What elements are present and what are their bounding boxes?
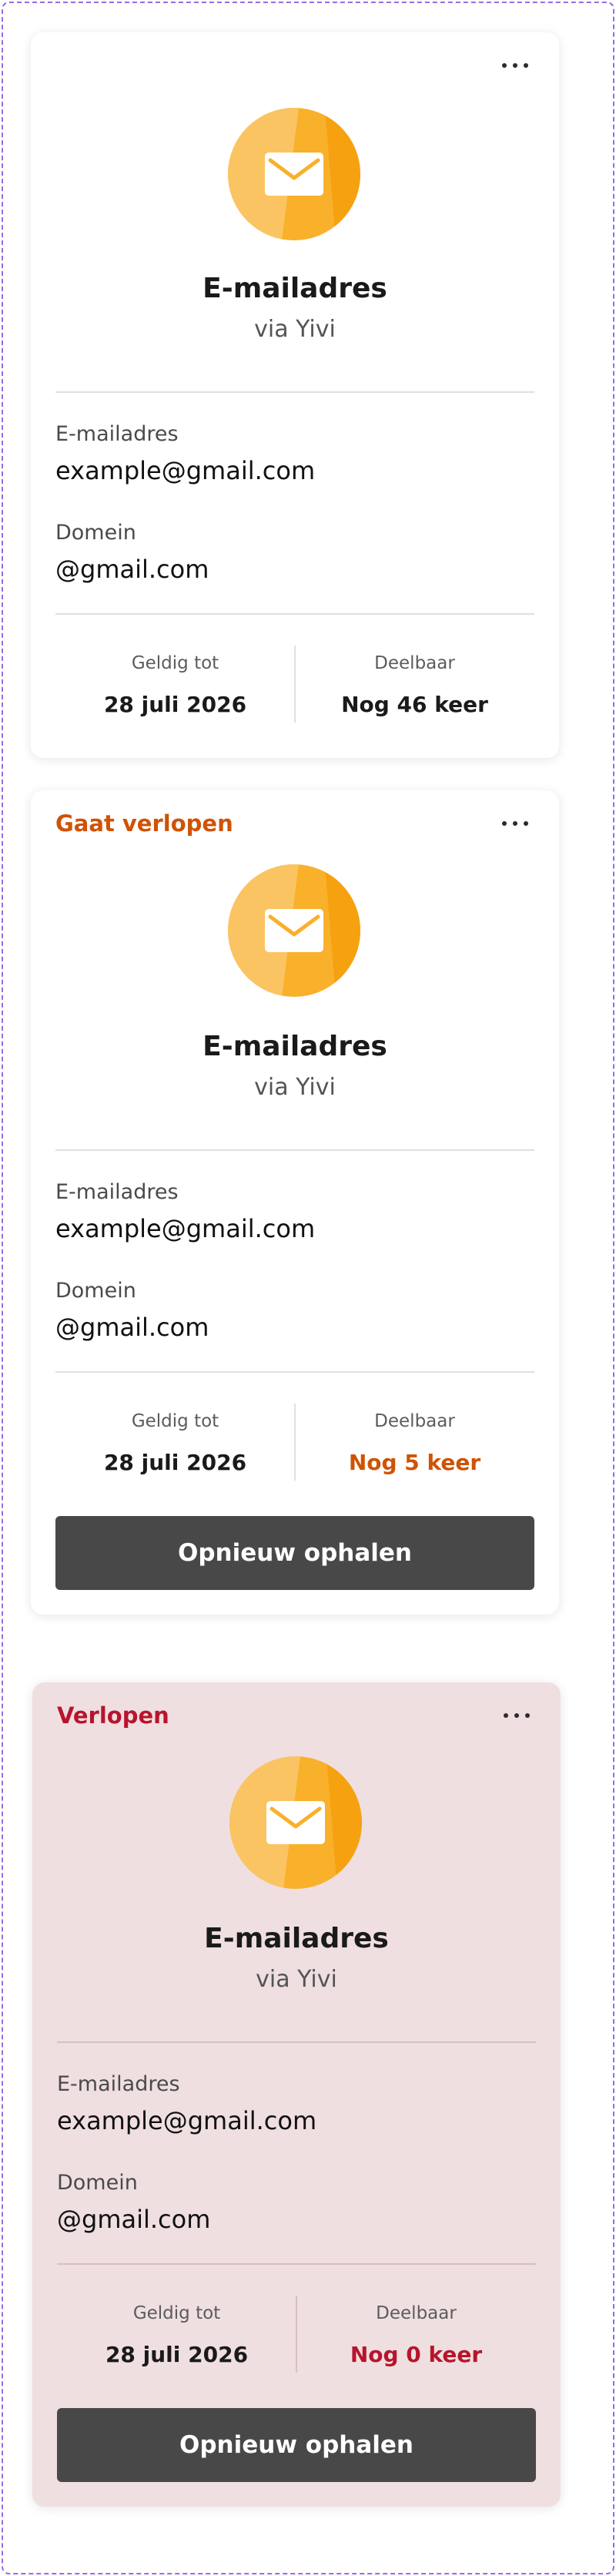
- credential-card[interactable]: E-mailadres via Yivi E-mailadres example…: [31, 32, 559, 758]
- valid-until-label: Geldig tot: [132, 2303, 221, 2323]
- more-options-icon[interactable]: [496, 1704, 537, 1727]
- divider: [55, 391, 534, 393]
- shareable-label: Deelbaar: [374, 653, 455, 673]
- card-subtitle: via Yivi: [254, 316, 336, 343]
- shareable: Deelbaar Nog 5 keer: [295, 1411, 534, 1475]
- valid-until: Geldig tot 28 juli 2026: [55, 1411, 295, 1475]
- refresh-button[interactable]: Opnieuw ophalen: [55, 1516, 534, 1590]
- envelope-icon: [229, 1756, 362, 1889]
- shareable-value: Nog 46 keer: [341, 692, 488, 717]
- card-title: E-mailadres: [204, 1923, 389, 1954]
- valid-until: Geldig tot 28 juli 2026: [57, 2303, 296, 2367]
- valid-until-value: 28 juli 2026: [105, 2342, 249, 2367]
- divider: [55, 613, 534, 615]
- card-title: E-mailadres: [203, 273, 387, 304]
- field-label: E-mailadres: [55, 1180, 179, 1204]
- card-title: E-mailadres: [203, 1031, 387, 1062]
- shareable-label: Deelbaar: [376, 2303, 457, 2323]
- divider: [55, 1149, 534, 1151]
- shareable-value: Nog 5 keer: [348, 1450, 481, 1475]
- field-label: Domein: [55, 1279, 136, 1303]
- field-value: example@gmail.com: [55, 1214, 316, 1243]
- divider: [57, 2263, 536, 2265]
- card-subtitle: via Yivi: [256, 1966, 337, 1993]
- valid-until-label: Geldig tot: [131, 1411, 219, 1431]
- status-badge: Verlopen: [57, 1702, 169, 1729]
- valid-until-value: 28 juli 2026: [103, 1450, 247, 1475]
- shareable: Deelbaar Nog 46 keer: [295, 653, 534, 717]
- field-label: E-mailadres: [55, 422, 179, 446]
- field-label: Domein: [55, 521, 136, 545]
- refresh-button[interactable]: Opnieuw ophalen: [57, 2408, 536, 2482]
- shareable-value: Nog 0 keer: [350, 2342, 483, 2367]
- field-value: @gmail.com: [55, 1313, 209, 1342]
- shareable: Deelbaar Nog 0 keer: [296, 2303, 536, 2367]
- card-subtitle: via Yivi: [254, 1074, 336, 1101]
- field-value: @gmail.com: [57, 2205, 211, 2234]
- divider: [55, 1371, 534, 1373]
- more-options-icon[interactable]: [494, 54, 536, 77]
- credential-card[interactable]: Gaat verlopen E-mailadres via Yivi E-mai…: [31, 790, 559, 1615]
- valid-until-label: Geldig tot: [131, 653, 219, 673]
- field-label: Domein: [57, 2171, 138, 2195]
- shareable-label: Deelbaar: [374, 1411, 455, 1431]
- divider: [57, 2041, 536, 2043]
- field-value: example@gmail.com: [57, 2106, 317, 2135]
- credential-card-expired[interactable]: Verlopen E-mailadres via Yivi E-mailadre…: [32, 1682, 561, 2507]
- field-label: E-mailadres: [57, 2072, 180, 2096]
- valid-until: Geldig tot 28 juli 2026: [55, 653, 295, 717]
- valid-until-value: 28 juli 2026: [103, 692, 247, 717]
- field-value: @gmail.com: [55, 555, 209, 584]
- envelope-icon: [228, 864, 360, 997]
- status-badge: Gaat verlopen: [55, 810, 233, 837]
- more-options-icon[interactable]: [494, 812, 536, 835]
- envelope-icon: [228, 108, 360, 240]
- field-value: example@gmail.com: [55, 456, 316, 485]
